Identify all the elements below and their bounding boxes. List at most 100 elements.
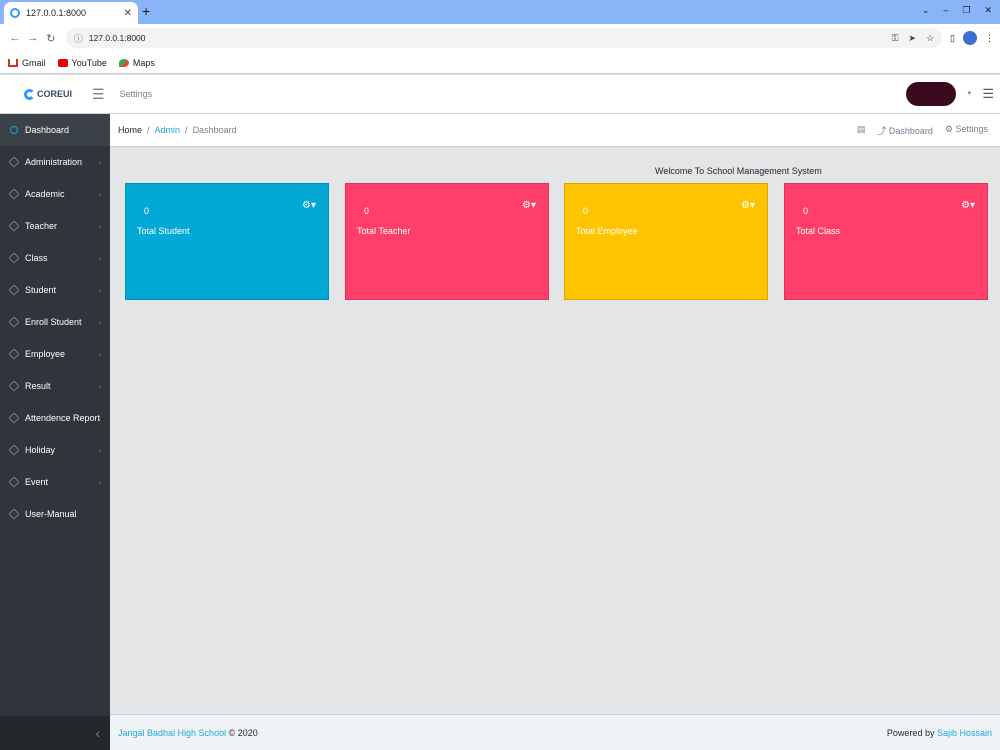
youtube-icon — [57, 58, 68, 67]
favicon-icon — [10, 8, 20, 18]
tag-icon — [8, 380, 20, 392]
settings-gear-icon: ⚙ — [944, 123, 956, 134]
send-icon[interactable]: ➤ — [908, 33, 916, 44]
card-settings-icon[interactable]: ⚙▾ — [961, 200, 975, 211]
tab-title: 127.0.0.1:8000 — [26, 8, 87, 18]
sidebar-item-event[interactable]: Event ‹ — [0, 466, 110, 498]
breadcrumb-separator: / — [185, 125, 188, 135]
card-settings-icon[interactable]: ⚙▾ — [522, 200, 536, 211]
tab-strip: 127.0.0.1:8000 ✕ + ⌄ – ❐ ✕ — [0, 0, 1000, 24]
tag-icon — [8, 252, 20, 264]
chevron-left-icon: ‹ — [95, 725, 100, 741]
card-value: 0 — [144, 206, 150, 216]
new-tab-icon[interactable]: + — [142, 4, 150, 18]
chevron-left-icon: ‹ — [98, 317, 101, 327]
tag-icon — [8, 444, 20, 456]
sidebar-item-academic[interactable]: Academic ‹ — [0, 178, 110, 210]
welcome-heading: Welcome To School Management System — [655, 166, 822, 176]
card-label: Total Class — [796, 226, 841, 236]
graph-icon: ⤴ — [877, 125, 889, 136]
footer-powered: Powered by Sajib Hossain — [886, 727, 992, 738]
bookmark-gmail[interactable]: Gmail — [8, 58, 46, 68]
close-window-icon[interactable]: ✕ — [984, 5, 992, 16]
tab-search-icon[interactable]: ⌄ — [922, 5, 930, 16]
sidebar-item-administration[interactable]: Administration ‹ — [0, 146, 110, 178]
window-controls: ⌄ – ❐ ✕ — [922, 5, 992, 16]
sidebar-toggle-icon[interactable]: ☰ — [92, 86, 105, 103]
sidebar-item-class[interactable]: Class ‹ — [0, 242, 110, 274]
bookmark-youtube[interactable]: YouTube — [57, 58, 107, 68]
tag-icon — [8, 284, 20, 296]
sidebar-item-user-manual[interactable]: User-Manual — [0, 498, 110, 530]
card-total-student: 0 Total Student ⚙▾ — [125, 183, 329, 300]
bookmark-star-icon[interactable]: ☆ — [926, 33, 934, 44]
key-icon[interactable]: ⚿ — [892, 33, 899, 44]
tag-icon — [8, 476, 20, 488]
tag-icon — [8, 348, 20, 360]
tag-icon — [8, 508, 20, 520]
browser-chrome: 127.0.0.1:8000 ✕ + ⌄ – ❐ ✕ ← → ↻ ⓘ 127.0… — [0, 0, 1000, 75]
chevron-left-icon: ‹ — [98, 413, 101, 423]
profile-icon[interactable] — [963, 31, 977, 45]
breadcrumb-separator: / — [147, 125, 150, 135]
card-value: 0 — [803, 206, 809, 216]
breadcrumb-home[interactable]: Home — [118, 125, 142, 135]
breadcrumb-menu: ▤ ⤴ Dashboard ⚙ Settings — [857, 124, 1000, 137]
card-value: 0 — [364, 206, 370, 216]
coreui-logo-icon — [24, 88, 35, 100]
sidebar-item-enroll-student[interactable]: Enroll Student ‹ — [0, 306, 110, 338]
breadcrumb-admin[interactable]: Admin — [155, 125, 181, 135]
speech-icon[interactable]: ▤ — [857, 124, 866, 137]
maps-icon — [118, 58, 129, 67]
card-value: 0 — [583, 206, 589, 216]
breadcrumb-settings-link[interactable]: ⚙ Settings — [945, 124, 988, 137]
chevron-left-icon: ‹ — [98, 381, 101, 391]
breadcrumb-dashboard-link[interactable]: ⤴ Dashboard — [877, 124, 933, 137]
sidebar-item-student[interactable]: Student ‹ — [0, 274, 110, 306]
forward-icon[interactable]: → — [24, 32, 42, 44]
address-url: 127.0.0.1:8000 — [88, 33, 146, 43]
site-info-icon[interactable]: ⓘ — [74, 32, 83, 45]
user-dropdown-caret-icon[interactable]: ▼ — [966, 91, 972, 97]
side-panel-icon[interactable]: ▯ — [950, 33, 955, 44]
card-total-employee: 0 Total Employee ⚙▾ — [564, 183, 768, 300]
footer-school-link[interactable]: Jangal Badhal High School — [118, 728, 226, 738]
tag-icon — [8, 412, 20, 424]
tag-icon — [8, 156, 20, 168]
card-total-class: 0 Total Class ⚙▾ — [784, 183, 988, 300]
breadcrumb: Home / Admin / Dashboard ▤ ⤴ Dashboard ⚙… — [110, 114, 1000, 147]
browser-toolbar: ← → ↻ ⓘ 127.0.0.1:8000 ⚿ ➤ ☆ ▯ ⋮ — [0, 24, 1000, 52]
reload-icon[interactable]: ↻ — [42, 32, 60, 45]
chevron-left-icon: ‹ — [98, 477, 101, 487]
sidebar-item-dashboard[interactable]: Dashboard — [0, 114, 110, 146]
footer-author-link[interactable]: Sajib Hossain — [937, 728, 992, 738]
back-icon[interactable]: ← — [6, 32, 24, 44]
bookmarks-bar: Gmail YouTube Maps — [0, 52, 1000, 74]
header-settings-link[interactable]: Settings — [120, 89, 153, 99]
sidebar-minimizer[interactable]: ‹ — [0, 716, 110, 750]
sidebar-item-employee[interactable]: Employee ‹ — [0, 338, 110, 370]
address-bar[interactable]: ⓘ 127.0.0.1:8000 ⚿ ➤ ☆ — [65, 28, 943, 48]
chevron-left-icon: ‹ — [98, 189, 101, 199]
sidebar-item-teacher[interactable]: Teacher ‹ — [0, 210, 110, 242]
main-content: Welcome To School Management System 0 To… — [110, 147, 1000, 714]
bookmark-maps[interactable]: Maps — [118, 58, 155, 68]
card-label: Total Employee — [576, 226, 638, 236]
chevron-left-icon: ‹ — [98, 221, 101, 231]
menu-kebab-icon[interactable]: ⋮ — [985, 33, 994, 44]
aside-toggle-icon[interactable]: ☰ — [982, 86, 994, 102]
sidebar-item-attendence-report[interactable]: Attendence Report ‹ — [0, 402, 110, 434]
restore-icon[interactable]: ❐ — [962, 5, 970, 16]
chevron-left-icon: ‹ — [98, 285, 101, 295]
minimize-icon[interactable]: – — [943, 5, 948, 16]
close-tab-icon[interactable]: ✕ — [124, 8, 132, 19]
sidebar-item-holiday[interactable]: Holiday ‹ — [0, 434, 110, 466]
user-avatar[interactable] — [906, 82, 957, 106]
chevron-left-icon: ‹ — [98, 349, 101, 359]
tag-icon — [8, 316, 20, 328]
card-settings-icon[interactable]: ⚙▾ — [302, 200, 316, 211]
sidebar-item-result[interactable]: Result ‹ — [0, 370, 110, 402]
browser-tab[interactable]: 127.0.0.1:8000 ✕ — [4, 2, 138, 24]
tag-icon — [8, 220, 20, 232]
card-settings-icon[interactable]: ⚙▾ — [741, 200, 755, 211]
